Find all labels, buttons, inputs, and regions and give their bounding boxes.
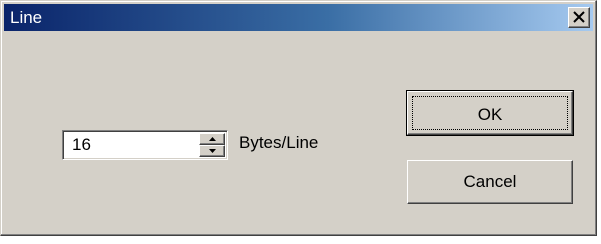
close-icon <box>573 11 585 23</box>
arrow-up-icon <box>209 137 216 141</box>
bytes-per-line-spinner <box>62 130 228 160</box>
line-dialog: Line Bytes/Line OK Cancel <box>0 0 597 236</box>
title-bar[interactable]: Line <box>4 4 593 31</box>
window-title: Line <box>10 8 43 27</box>
cancel-button[interactable]: Cancel <box>407 160 573 204</box>
spinner-up-button[interactable] <box>199 133 225 145</box>
ok-button-label: OK <box>477 105 503 124</box>
arrow-down-icon <box>209 149 216 153</box>
spinner-down-button[interactable] <box>199 145 225 157</box>
spinner-buttons <box>199 133 225 157</box>
bytes-per-line-input[interactable] <box>66 134 200 156</box>
cancel-button-label: Cancel <box>463 172 517 191</box>
bytes-per-line-label: Bytes/Line <box>239 133 319 152</box>
close-button[interactable] <box>568 7 590 28</box>
ok-button[interactable]: OK <box>406 90 574 136</box>
